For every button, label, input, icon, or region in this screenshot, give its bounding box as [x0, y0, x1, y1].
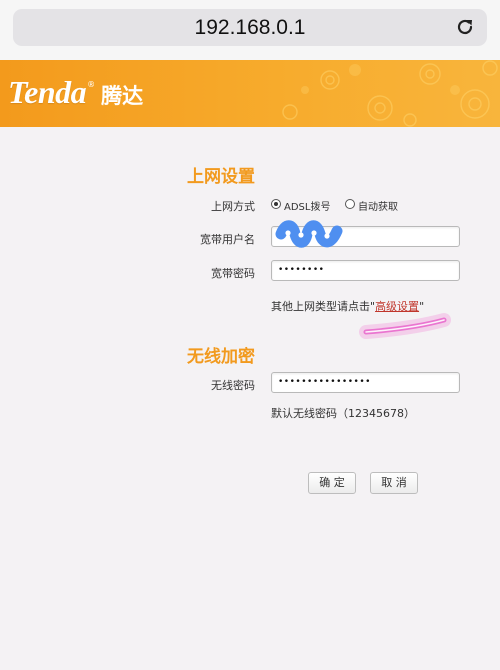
redaction-scribble [275, 220, 343, 248]
tenda-logo: Tenda ® 腾达 [8, 74, 143, 114]
cancel-button[interactable]: 取 消 [370, 472, 418, 494]
password-label: 宽带密码 [211, 267, 255, 280]
wireless-password-value: •••••••••••••••• [278, 377, 371, 387]
wireless-password-label: 无线密码 [211, 379, 255, 392]
address-bar[interactable]: 192.168.0.1 [13, 9, 487, 46]
default-wireless-note: 默认无线密码（12345678） [271, 407, 415, 420]
radio-auto-label[interactable]: 自动获取 [358, 198, 398, 213]
logo-chinese: 腾达 [101, 84, 144, 108]
radio-auto[interactable] [345, 199, 355, 209]
wireless-password-field[interactable]: •••••••••••••••• [271, 372, 460, 393]
radio-adsl[interactable] [271, 199, 281, 209]
username-label: 宽带用户名 [200, 233, 255, 246]
confirm-button[interactable]: 确 定 [308, 472, 356, 494]
password-field[interactable]: •••••••• [271, 260, 460, 281]
password-value: •••••••• [278, 265, 325, 275]
connection-type-label: 上网方式 [211, 200, 255, 213]
brand-header: Tenda ® 腾达 [0, 60, 500, 127]
wireless-title: 无线加密 [187, 347, 255, 367]
radio-adsl-label[interactable]: ADSL拨号 [284, 198, 330, 213]
browser-toolbar: 192.168.0.1 [0, 0, 500, 60]
highlighter-stroke [359, 313, 451, 339]
logo-wordmark: Tenda [8, 74, 87, 110]
url-text[interactable]: 192.168.0.1 [13, 9, 487, 46]
internet-settings-title: 上网设置 [187, 167, 255, 187]
registered-mark: ® [87, 80, 96, 89]
header-decoration [282, 60, 498, 127]
reload-icon[interactable] [455, 17, 475, 37]
